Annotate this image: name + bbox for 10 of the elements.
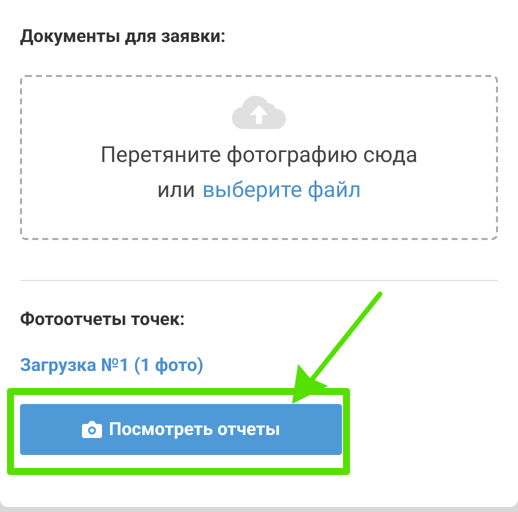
upload-link[interactable]: Загрузка №1 (1 фото) — [20, 355, 204, 376]
drop-zone[interactable]: Перетяните фотографию сюда или выберите файл — [20, 75, 498, 240]
section-heading: Документы для заявки: — [20, 26, 227, 47]
choose-file-link[interactable]: выберите файл — [202, 178, 361, 203]
view-reports-button[interactable]: Посмотреть отчеты — [20, 404, 342, 455]
or-text: или — [157, 178, 196, 203]
cloud-upload-icon — [232, 95, 286, 129]
camera-icon — [82, 421, 102, 438]
section-heading: Фотоотчеты точек: — [20, 309, 186, 330]
drop-hint: Перетяните фотографию сюда — [100, 143, 418, 168]
